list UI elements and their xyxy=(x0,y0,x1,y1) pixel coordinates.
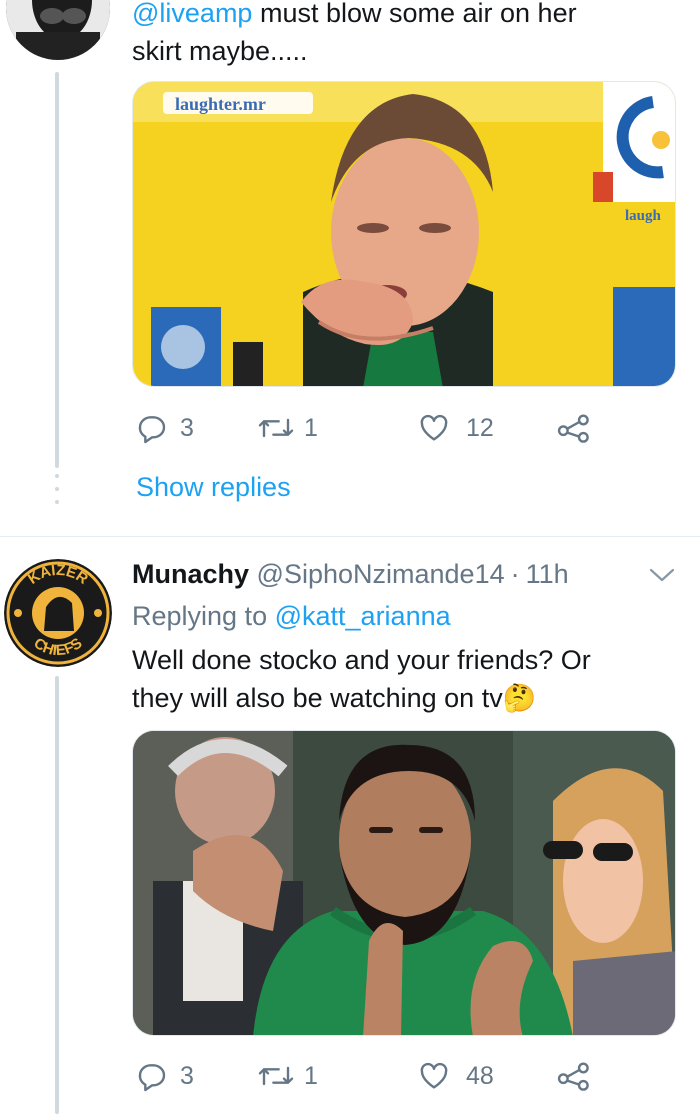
tweet1-like-count: 12 xyxy=(466,413,494,442)
retweet-icon xyxy=(258,418,294,438)
tweet1-text-line1: must blow some air on her xyxy=(252,0,577,28)
tweet1-like-button[interactable]: 12 xyxy=(418,408,494,448)
tweet2-author-name[interactable]: Munachy xyxy=(132,559,249,589)
tweet2-retweet-button[interactable]: 1 xyxy=(256,1056,318,1096)
tweet1-share-button[interactable] xyxy=(556,408,592,448)
tweet2-like-count: 48 xyxy=(466,1061,494,1090)
thread-dots xyxy=(53,474,61,504)
share-icon xyxy=(557,414,589,443)
tweet1-retweet-button[interactable]: 1 xyxy=(256,408,318,448)
tweet2-share-button[interactable] xyxy=(556,1056,592,1096)
tweet2-text-line2: they will also be watching on tv xyxy=(132,683,503,713)
reply-icon xyxy=(138,416,166,444)
tweet2-actions: 3 1 48 xyxy=(132,1056,602,1096)
tweet2-timestamp[interactable]: 11h xyxy=(526,559,569,589)
show-replies-link[interactable]: Show replies xyxy=(136,472,291,503)
share-icon xyxy=(557,1062,589,1091)
replying-to-label: Replying to xyxy=(132,601,268,631)
retweet-icon xyxy=(258,1066,294,1086)
tweet1-mention-link[interactable]: @liveamp xyxy=(132,0,252,28)
thinking-face-emoji: 🤔 xyxy=(502,683,537,713)
tweet2-reply-button[interactable]: 3 xyxy=(136,1056,194,1096)
tweet2-menu-button[interactable] xyxy=(648,566,676,589)
tweet1-media-image[interactable]: laughter.mr laugh xyxy=(132,81,676,387)
tweet1-reply-button[interactable]: 3 xyxy=(136,408,194,448)
tweet2-retweet-count: 1 xyxy=(304,1061,318,1090)
reply-icon xyxy=(138,1064,166,1092)
tweet-divider xyxy=(0,536,700,537)
tweet2-media-image[interactable] xyxy=(132,730,676,1036)
avatar-tweet2[interactable]: KAIZER CHIEFS xyxy=(4,559,112,667)
replying-to-handle[interactable]: @katt_arianna xyxy=(275,601,451,631)
chevron-down-icon xyxy=(649,568,675,582)
avatar-tweet1[interactable] xyxy=(6,0,110,60)
like-icon xyxy=(420,414,448,441)
like-icon xyxy=(420,1062,448,1089)
thread-line-tweet2 xyxy=(55,676,59,1114)
thread-line-tweet1 xyxy=(55,72,59,468)
tweet2-like-button[interactable]: 48 xyxy=(418,1056,494,1096)
tweet2-author-handle[interactable]: @SiphoNzimande14 xyxy=(257,559,505,589)
tweet1-media-watermark-right: laugh xyxy=(625,208,662,224)
tweet2-reply-count: 3 xyxy=(180,1061,194,1090)
tweet1-media-watermark: laughter.mr xyxy=(175,94,266,114)
tweet2-header: Munachy @SiphoNzimande14 · 11h xyxy=(132,556,569,592)
tweet1-actions: 3 1 12 xyxy=(132,408,602,448)
tweet1-retweet-count: 1 xyxy=(304,413,318,442)
tweet2-text: Well done stocko and your friends? Or th… xyxy=(132,641,591,717)
tweet2-separator: · xyxy=(510,559,520,589)
tweet2-replying-to: Replying to @katt_arianna xyxy=(132,598,451,634)
tweet1-text-line2: skirt maybe..... xyxy=(132,36,308,66)
tweet1-reply-count: 3 xyxy=(180,413,194,442)
tweet2-text-line1: Well done stocko and your friends? Or xyxy=(132,645,591,675)
tweet1-text: @liveamp must blow some air on her skirt… xyxy=(132,0,577,70)
